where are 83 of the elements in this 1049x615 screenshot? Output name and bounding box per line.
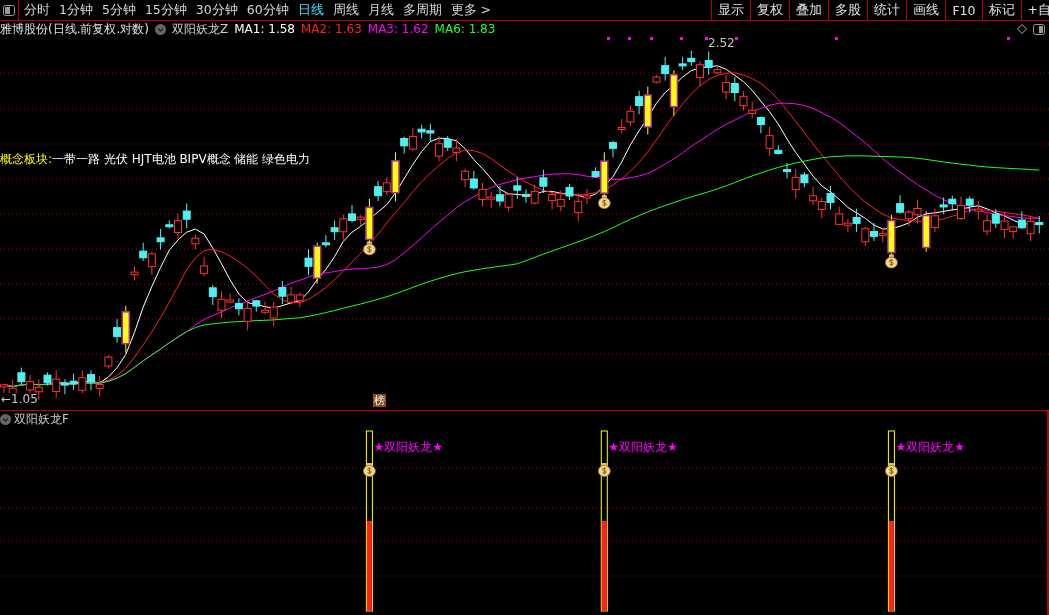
ma-value: MA3: 1.62 [367, 22, 429, 36]
candlestick [139, 242, 148, 262]
candlestick [452, 138, 461, 162]
candlestick [965, 195, 974, 214]
concept-label: 概念板块: [0, 151, 53, 168]
money-bag-icon [885, 463, 898, 477]
candlestick [278, 280, 287, 305]
period-tab[interactable]: 60分钟 [246, 1, 289, 19]
price-high-label: 2.52 [708, 37, 735, 50]
ma-value: MA2: 1.63 [301, 22, 362, 36]
candlestick [78, 370, 87, 394]
candlestick [1026, 215, 1035, 242]
dropdown-icon[interactable] [155, 23, 166, 35]
candlestick [826, 185, 835, 211]
candlestick [426, 123, 435, 143]
period-tab[interactable]: 多周期 [402, 1, 442, 19]
candlestick [939, 196, 948, 215]
signal-label: ★双阳妖龙★ [608, 439, 678, 456]
candlestick [739, 90, 748, 111]
candlestick [548, 191, 557, 211]
concept-list: 一带一路 光伏 HJT电池 BIPV概念 储能 绿色电力 [52, 151, 311, 168]
signal-label: ★双阳妖龙★ [373, 439, 443, 456]
dropdown-icon[interactable] [0, 413, 11, 425]
candlestick [104, 354, 113, 370]
candlestick [983, 213, 992, 236]
candlestick [1035, 215, 1044, 234]
candlestick [748, 101, 757, 119]
candlestick [530, 184, 539, 206]
candlestick [191, 234, 200, 250]
candlestick [69, 373, 78, 391]
candlestick [469, 170, 478, 191]
period-tab[interactable]: 更多 > [450, 1, 492, 19]
money-bag-icon [363, 463, 376, 477]
candlestick [339, 214, 348, 241]
candlestick [835, 206, 844, 226]
period-tab[interactable]: 月线 [367, 1, 394, 19]
candlestick [1017, 210, 1026, 230]
candlestick [730, 76, 739, 102]
ma-value: MA1: 1.58 [234, 22, 295, 36]
candlestick [208, 284, 217, 306]
period-tab[interactable]: 1分钟 [59, 1, 93, 19]
rank-badge: 榜 [373, 394, 386, 407]
candlestick [200, 256, 209, 277]
candlestick [817, 197, 826, 219]
candlestick [487, 191, 496, 209]
toolbar-button[interactable]: +自 [1020, 0, 1049, 20]
candlestick [495, 185, 504, 207]
money-bag-icon [597, 463, 611, 477]
signal-label: ★双阳妖龙★ [895, 439, 965, 456]
candlestick [295, 291, 304, 308]
panel-toggle-icon[interactable] [1033, 23, 1045, 35]
candlestick [861, 226, 870, 247]
candlestick [287, 286, 296, 305]
period-tab[interactable]: 5分钟 [101, 1, 136, 19]
candlestick [147, 251, 156, 276]
money-bag-icon [597, 195, 611, 209]
period-tab[interactable]: 日线 [297, 1, 324, 19]
candlestick [478, 182, 487, 207]
candlestick [504, 192, 513, 212]
candlestick [182, 202, 191, 229]
candlestick [130, 265, 139, 281]
money-bag-icon [885, 254, 898, 269]
candlestick [461, 168, 470, 188]
indicator-name: 双阳妖龙Z [172, 21, 229, 38]
diamond-icon[interactable] [1017, 24, 1027, 34]
period-tab[interactable]: 分时 [24, 1, 50, 19]
panel-toggle-icon[interactable] [3, 4, 15, 16]
candlestick [617, 118, 626, 135]
period-tab[interactable]: 15分钟 [144, 1, 187, 19]
period-tab[interactable]: 周线 [332, 1, 359, 19]
period-tab[interactable]: 30分钟 [195, 1, 238, 19]
money-bag-icon [363, 241, 376, 256]
candlestick [539, 169, 548, 194]
stock-title: 雅博股份(日线.前复权.对数) [0, 21, 149, 38]
candlestick [991, 208, 1000, 229]
candlestick [95, 375, 104, 397]
candlestick [556, 190, 565, 212]
ma-value: MA6: 1.83 [434, 22, 496, 36]
candlestick [626, 104, 635, 127]
candlestick [809, 186, 818, 206]
price-low-label: ←1.05 [1, 393, 38, 406]
indicator-title: 双阳妖龙F [14, 411, 69, 428]
candlestick [974, 200, 983, 221]
